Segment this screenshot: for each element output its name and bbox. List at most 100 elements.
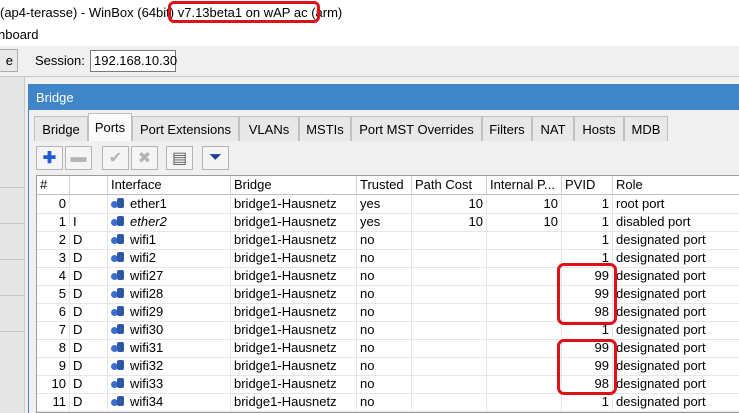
ports-table: # Interface Bridge Trusted Path Cost Int… <box>36 175 739 413</box>
row-flag <box>70 195 108 213</box>
col-header-role[interactable]: Role <box>613 176 739 194</box>
row-path-cost <box>412 375 487 393</box>
table-row[interactable]: 10 D wifi33 bridge1-Hausnetz no 98 desig… <box>37 375 739 394</box>
row-flag: D <box>70 321 108 339</box>
table-row[interactable]: 2 D wifi1 bridge1-Hausnetz no 1 designat… <box>37 231 739 250</box>
row-internal-path-cost <box>487 231 562 249</box>
col-header-internal-path-cost[interactable]: Internal P... <box>487 176 562 194</box>
enable-button[interactable]: ✔ <box>102 146 129 170</box>
row-interface: ether2 <box>108 213 231 231</box>
table-row[interactable]: 6 D wifi29 bridge1-Hausnetz no 98 design… <box>37 303 739 322</box>
filter-button[interactable]: ⏷ <box>202 146 229 170</box>
menu-divider <box>0 331 24 332</box>
tab-hosts[interactable]: Hosts <box>574 116 624 141</box>
tab-bar: Bridge Ports Port Extensions VLANs MSTIs… <box>29 113 739 141</box>
window-title-bar[interactable]: Bridge <box>29 84 739 110</box>
row-interface: wifi30 <box>108 321 231 339</box>
toolbar-button[interactable]: e <box>0 49 18 72</box>
session-field[interactable]: 192.168.10.30 <box>90 50 177 72</box>
interface-icon <box>111 360 125 371</box>
row-trusted: no <box>357 321 412 339</box>
tab-port-extensions[interactable]: Port Extensions <box>132 116 239 141</box>
app-title-prefix: (ap4-terasse) - WinBox (64bit) <box>0 5 178 20</box>
check-icon: ✔ <box>108 150 123 167</box>
row-path-cost <box>412 285 487 303</box>
row-flag: D <box>70 249 108 267</box>
row-trusted: no <box>357 285 412 303</box>
row-role: designated port <box>613 321 739 339</box>
row-bridge: bridge1-Hausnetz <box>231 357 357 375</box>
row-trusted: yes <box>357 195 412 213</box>
row-path-cost <box>412 321 487 339</box>
row-bridge: bridge1-Hausnetz <box>231 249 357 267</box>
menu-item-dashboard[interactable]: nboard <box>0 27 38 42</box>
col-header-interface[interactable]: Interface <box>108 176 231 194</box>
table-row[interactable]: 5 D wifi28 bridge1-Hausnetz no 99 design… <box>37 285 739 304</box>
table-row[interactable]: 0 ether1 bridge1-Hausnetz yes 10 10 1 ro… <box>37 195 739 214</box>
table-row[interactable]: 8 D wifi31 bridge1-Hausnetz no 99 design… <box>37 339 739 358</box>
row-trusted: no <box>357 339 412 357</box>
row-role: root port <box>613 195 739 213</box>
col-header-path-cost[interactable]: Path Cost <box>412 176 487 194</box>
row-internal-path-cost <box>487 267 562 285</box>
table-row[interactable]: 1 I ether2 bridge1-Hausnetz yes 10 10 1 … <box>37 213 739 232</box>
row-path-cost <box>412 357 487 375</box>
row-trusted: no <box>357 303 412 321</box>
add-button[interactable]: ✚ <box>36 146 63 170</box>
row-trusted: no <box>357 267 412 285</box>
row-number: 6 <box>37 303 70 321</box>
session-toolbar: e Session: 192.168.10.30 <box>0 46 739 77</box>
table-row[interactable]: 11 D wifi34 bridge1-Hausnetz no 1 design… <box>37 393 739 412</box>
tab-port-mst-overrides[interactable]: Port MST Overrides <box>351 116 482 141</box>
row-number: 4 <box>37 267 70 285</box>
row-bridge: bridge1-Hausnetz <box>231 375 357 393</box>
interface-name: wifi1 <box>130 232 157 247</box>
tab-ports[interactable]: Ports <box>88 113 132 141</box>
table-row[interactable]: 7 D wifi30 bridge1-Hausnetz no 1 designa… <box>37 321 739 340</box>
col-header-number[interactable]: # <box>37 176 70 194</box>
row-interface: ether1 <box>108 195 231 213</box>
row-bridge: bridge1-Hausnetz <box>231 285 357 303</box>
row-internal-path-cost <box>487 393 562 411</box>
row-number: 9 <box>37 357 70 375</box>
table-row[interactable]: 4 D wifi27 bridge1-Hausnetz no 99 design… <box>37 267 739 286</box>
interface-icon <box>111 306 125 317</box>
disable-button[interactable]: ✖ <box>131 146 158 170</box>
col-header-bridge[interactable]: Bridge <box>231 176 357 194</box>
table-row[interactable]: 3 D wifi2 bridge1-Hausnetz no 1 designat… <box>37 249 739 268</box>
col-header-flags[interactable] <box>70 176 108 194</box>
tab-filters[interactable]: Filters <box>482 116 532 141</box>
col-header-pvid[interactable]: PVID <box>562 176 613 194</box>
tab-mdb[interactable]: MDB <box>624 116 668 141</box>
row-internal-path-cost <box>487 285 562 303</box>
row-internal-path-cost <box>487 339 562 357</box>
row-bridge: bridge1-Hausnetz <box>231 195 357 213</box>
interface-icon <box>111 378 125 389</box>
interface-name: wifi27 <box>130 268 164 283</box>
tab-mstis[interactable]: MSTIs <box>299 116 351 141</box>
row-pvid: 1 <box>562 393 613 411</box>
row-bridge: bridge1-Hausnetz <box>231 213 357 231</box>
pvid-highlight-annotation <box>557 263 617 325</box>
left-menu-panel <box>0 77 25 413</box>
row-trusted: no <box>357 231 412 249</box>
row-role: designated port <box>613 267 739 285</box>
row-flag: D <box>70 339 108 357</box>
col-header-trusted[interactable]: Trusted <box>357 176 412 194</box>
remove-button[interactable]: ▬ <box>65 146 92 170</box>
interface-name: wifi31 <box>130 340 164 355</box>
row-internal-path-cost: 10 <box>487 213 562 231</box>
table-row[interactable]: 9 D wifi32 bridge1-Hausnetz no 99 design… <box>37 357 739 376</box>
interface-icon <box>111 342 125 353</box>
tab-vlans[interactable]: VLANs <box>239 116 299 141</box>
row-role: designated port <box>613 357 739 375</box>
tab-nat[interactable]: NAT <box>532 116 574 141</box>
row-interface: wifi33 <box>108 375 231 393</box>
bridge-window: Bridge Bridge Ports Port Extensions VLAN… <box>28 84 739 413</box>
comment-button[interactable]: ▤ <box>166 146 193 170</box>
row-role: designated port <box>613 339 739 357</box>
tab-bridge[interactable]: Bridge <box>34 116 88 141</box>
row-interface: wifi2 <box>108 249 231 267</box>
row-bridge: bridge1-Hausnetz <box>231 321 357 339</box>
row-trusted: no <box>357 375 412 393</box>
